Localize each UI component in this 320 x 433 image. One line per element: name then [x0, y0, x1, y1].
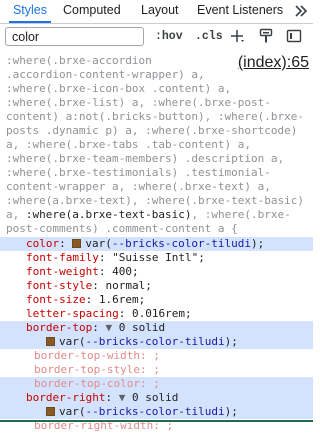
selector-line: posts .dynamic p) a, :where(.brxe-shortc…: [6, 124, 298, 137]
selector-line: :where(.brxe-testimonials) .testimonial-: [6, 166, 271, 179]
longhand-border-top-style[interactable]: border-top-style: ;: [0, 363, 313, 377]
expand-triangle-icon[interactable]: ▼: [105, 321, 112, 334]
styles-pane-tab-bar: Styles Computed Layout Event Listeners: [0, 0, 313, 24]
color-swatch[interactable]: [72, 239, 82, 248]
declaration-font-family[interactable]: font-family: "Suisse Intl";: [0, 251, 313, 265]
tab-styles[interactable]: Styles: [9, 0, 51, 23]
selector-line: :where(.brxe-team-members) .description …: [6, 152, 285, 165]
color-swatch[interactable]: [46, 407, 55, 416]
toggle-sidebar-icon[interactable]: [286, 28, 302, 44]
color-swatch[interactable]: [46, 337, 55, 346]
longhand-border-top-width[interactable]: border-top-width: ;: [0, 349, 313, 363]
declaration-letter-spacing[interactable]: letter-spacing: 0.016rem;: [0, 307, 313, 321]
declaration-border-right[interactable]: border-right: ▼ 0 solid: [0, 391, 313, 405]
element-state-paint-icon[interactable]: [258, 28, 274, 44]
longhand-border-top-color[interactable]: border-top-color: ;: [0, 377, 313, 391]
selector-line: :where(a.brxe-text), :where(.brxe-text-b…: [6, 194, 305, 207]
declaration-border-right-color-value[interactable]: var(--bricks-color-tiludi);: [0, 405, 313, 419]
tab-event-listeners[interactable]: Event Listeners: [197, 0, 283, 23]
selector-line: :where(.brxe-list) a, :where(.brxe-post-: [6, 96, 271, 109]
declaration-font-style[interactable]: font-style: normal;: [0, 279, 313, 293]
filter-input[interactable]: [5, 27, 144, 46]
new-style-rule-icon[interactable]: [229, 28, 245, 44]
chevron-double-right-icon[interactable]: [293, 2, 309, 20]
selector-line: :where(.brxe-accordion: [6, 54, 152, 67]
class-toggle-button[interactable]: .cls: [195, 27, 223, 47]
selector-line-matched: a, :where(a.brxe-text-basic), :where(.br…: [6, 208, 291, 221]
tab-computed[interactable]: Computed: [63, 0, 121, 23]
selector-line: :where(.brxe-icon-box .content) a,: [6, 82, 232, 95]
matched-selector: :where(a.brxe-text-basic): [25, 208, 192, 221]
tab-layout[interactable]: Layout: [141, 0, 179, 23]
declaration-color[interactable]: color: var(--bricks-color-tiludi);: [0, 237, 313, 251]
style-rule: (index):65 :where(.brxe-accordion .accor…: [0, 54, 313, 432]
selector-line: content-wrapper a, :where(.brxe-text) a,: [6, 180, 271, 193]
styles-toolbar: :hov .cls: [0, 24, 313, 52]
selector-line: a, :where(.brxe-tabs .tab-content) a,: [6, 138, 252, 151]
declaration-font-size[interactable]: font-size: 1.6rem;: [0, 293, 313, 307]
selector-line: content) a:not(.bricks-button), :where(.…: [6, 110, 305, 123]
declaration-border-top-color-value[interactable]: var(--bricks-color-tiludi);: [0, 335, 313, 349]
selector-line: .accordion-content-wrapper) a,: [6, 68, 205, 81]
hover-state-button[interactable]: :hov: [155, 27, 183, 47]
expand-triangle-icon[interactable]: ▼: [119, 391, 126, 404]
selector-line: post-comments) .comment-content a {: [6, 222, 238, 235]
declaration-font-weight[interactable]: font-weight: 400;: [0, 265, 313, 279]
declaration-border-top[interactable]: border-top: ▼ 0 solid: [0, 321, 313, 335]
